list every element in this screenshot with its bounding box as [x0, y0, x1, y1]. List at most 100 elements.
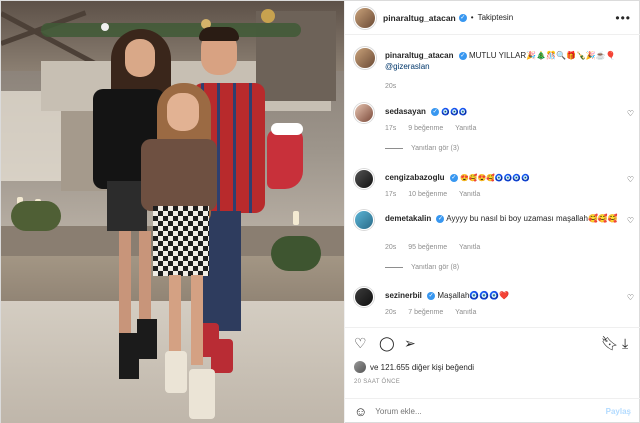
comment-meta: 17s 10 beğenme Yanıtla — [385, 191, 490, 198]
post-header: pinaraltug_atacan ✓ • Takiptesin ••• — [345, 1, 640, 35]
photo-stocking-cuff — [271, 123, 303, 135]
comment-text: 🧿🧿🧿 — [441, 109, 468, 116]
post-photo[interactable] — [1, 1, 344, 423]
comment-body: demetakalin ✓ Ayyyy bu nasıl bi boy uzam… — [385, 213, 620, 224]
comment-item: sezinerbil ✓ Maşallah🧿🧿🧿❤️ ♡ 20s 7 beğen… — [354, 287, 634, 325]
photo-candle — [293, 211, 299, 225]
comment-input[interactable] — [375, 407, 596, 416]
photo-man-hair — [199, 27, 239, 41]
comment-likes[interactable]: 95 beğenme — [408, 244, 447, 251]
avatar[interactable] — [354, 6, 376, 29]
verified-icon: ✓ — [431, 107, 440, 116]
comment-item: demetakalin ✓ Ayyyy bu nasıl bi boy uzam… — [354, 210, 634, 282]
likes-summary[interactable]: ve 121.655 diğer kişi beğendi — [354, 361, 474, 373]
comment-likes[interactable]: 7 beğenme — [408, 309, 443, 316]
comment-time[interactable]: 20s — [385, 309, 396, 316]
photo-woman-leg — [139, 231, 151, 331]
view-replies-label[interactable]: Yanıtları gör (3) — [411, 145, 459, 152]
comment-like-heart-icon[interactable]: ♡ — [627, 175, 634, 184]
comment-reply-button[interactable]: Yanıtla — [455, 125, 476, 132]
caption-body: pinaraltug_atacan ✓ MUTLU YILLAR🎉🎄🎊🔍🎁🍾🎉☕… — [385, 50, 620, 72]
comment-body: cengizabazoglu ✓ 😍🥰😍🥰🧿🧿🧿🧿 — [385, 172, 620, 184]
view-replies-button[interactable]: Yanıtları gör (8) — [385, 264, 459, 271]
liker-avatar[interactable] — [354, 361, 366, 373]
verified-icon: ✓ — [449, 173, 458, 182]
verified-icon: ✓ — [427, 291, 436, 300]
post-comment-button[interactable]: Paylaş — [606, 407, 631, 416]
avatar[interactable] — [354, 210, 374, 230]
comment-time[interactable]: 17s — [385, 191, 396, 198]
comment-like-heart-icon[interactable]: ♡ — [627, 293, 634, 302]
comment-username[interactable]: sedasayan — [385, 107, 426, 116]
separator-dot: • — [470, 13, 474, 22]
photo-girl-top — [141, 139, 217, 211]
download-icon[interactable]: ⤓ — [622, 336, 628, 350]
photo-girl-leg — [169, 275, 181, 355]
comment-reply-button[interactable]: Yanıtla — [459, 191, 480, 198]
instagram-post: pinaraltug_atacan ✓ • Takiptesin ••• pin… — [0, 0, 640, 423]
caption-text: MUTLU YILLAR🎉🎄🎊🔍🎁🍾🎉☕🎈 — [468, 51, 616, 60]
photo-plant — [271, 236, 321, 271]
like-heart-icon[interactable]: ♡ — [354, 336, 367, 350]
photo-ornament — [261, 9, 275, 23]
emoji-smile-icon[interactable]: ☺ — [354, 404, 367, 419]
caption-mention[interactable]: @gizeraslan — [385, 62, 430, 71]
comment-body: sezinerbil ✓ Maşallah🧿🧿🧿❤️ — [385, 290, 620, 301]
likes-text[interactable]: ve 121.655 diğer kişi beğendi — [370, 363, 474, 372]
photo-girl-leg — [191, 275, 203, 365]
photo-woman-boot — [137, 319, 157, 359]
more-horizontal-icon[interactable]: ••• — [615, 11, 631, 25]
comment-meta: 20s 95 beğenme Yanıtla — [385, 244, 490, 251]
photo-girl-sneaker — [165, 351, 187, 393]
photo-man-shoe — [211, 339, 233, 373]
comment-username[interactable]: cengizabazoglu — [385, 173, 445, 182]
share-send-icon[interactable]: ➢ — [404, 336, 416, 350]
comment-meta: 17s 9 beğenme Yanıtla — [385, 125, 486, 132]
view-replies-label[interactable]: Yanıtları gör (8) — [411, 264, 459, 271]
post-side-panel: pinaraltug_atacan ✓ • Takiptesin ••• pin… — [344, 1, 640, 423]
comment-box: ☺ Paylaş — [345, 398, 640, 423]
avatar[interactable] — [354, 169, 374, 189]
header-username[interactable]: pinaraltug_atacan — [383, 13, 456, 23]
caption-meta: 20s — [385, 83, 406, 90]
verified-icon: ✓ — [458, 51, 467, 60]
caption: pinaraltug_atacan ✓ MUTLU YILLAR🎉🎄🎊🔍🎁🍾🎉☕… — [354, 47, 634, 97]
comment-like-heart-icon[interactable]: ♡ — [627, 216, 634, 225]
caption-username[interactable]: pinaraltug_atacan — [385, 51, 453, 60]
avatar[interactable] — [354, 47, 376, 69]
comment-item: sedasayan ✓ 🧿🧿🧿 ♡ 17s 9 beğenme Yanıtla … — [354, 103, 634, 163]
comment-reply-button[interactable]: Yanıtla — [459, 244, 480, 251]
photo-woman-face — [125, 39, 155, 77]
replies-line — [385, 267, 403, 268]
post-actions: ♡ ◯ ➢ 🔖︎ ⤓ — [345, 327, 640, 359]
photo-girl-face — [167, 93, 199, 131]
comment-username[interactable]: demetakalin — [385, 214, 431, 223]
comment-time[interactable]: 20s — [385, 244, 396, 251]
verified-icon: ✓ — [458, 13, 467, 22]
avatar[interactable] — [354, 287, 374, 307]
bookmark-icon[interactable]: 🔖︎ — [601, 336, 619, 350]
photo-plant — [11, 201, 61, 231]
replies-line — [385, 148, 403, 149]
comment-text: Ayyyy bu nasıl bi boy uzaması maşallah🥰🥰… — [446, 214, 618, 223]
comment-likes[interactable]: 9 beğenme — [408, 125, 443, 132]
photo-woman-boot — [119, 333, 139, 379]
comment-bubble-icon[interactable]: ◯ — [379, 336, 395, 350]
follow-status[interactable]: Takiptesin — [478, 13, 514, 22]
comment-item: cengizabazoglu ✓ 😍🥰😍🥰🧿🧿🧿🧿 ♡ 17s 10 beğen… — [354, 169, 634, 207]
comment-reply-button[interactable]: Yanıtla — [455, 309, 476, 316]
caption-time[interactable]: 20s — [385, 83, 396, 90]
post-time-ago[interactable]: 20 SAAT ÖNCE — [354, 379, 400, 385]
photo-ornament — [101, 23, 109, 31]
photo-garland — [41, 23, 301, 37]
photo-girl-sneaker — [189, 369, 215, 419]
comment-text: 😍🥰😍🥰🧿🧿🧿🧿 — [460, 175, 530, 182]
comment-likes[interactable]: 10 beğenme — [408, 191, 447, 198]
comment-meta: 20s 7 beğenme Yanıtla — [385, 309, 486, 316]
comment-like-heart-icon[interactable]: ♡ — [627, 109, 634, 118]
view-replies-button[interactable]: Yanıtları gör (3) — [385, 145, 459, 152]
avatar[interactable] — [354, 103, 374, 123]
comment-time[interactable]: 17s — [385, 125, 396, 132]
comments-list: pinaraltug_atacan ✓ MUTLU YILLAR🎉🎄🎊🔍🎁🍾🎉☕… — [345, 35, 640, 327]
comment-username[interactable]: sezinerbil — [385, 291, 422, 300]
